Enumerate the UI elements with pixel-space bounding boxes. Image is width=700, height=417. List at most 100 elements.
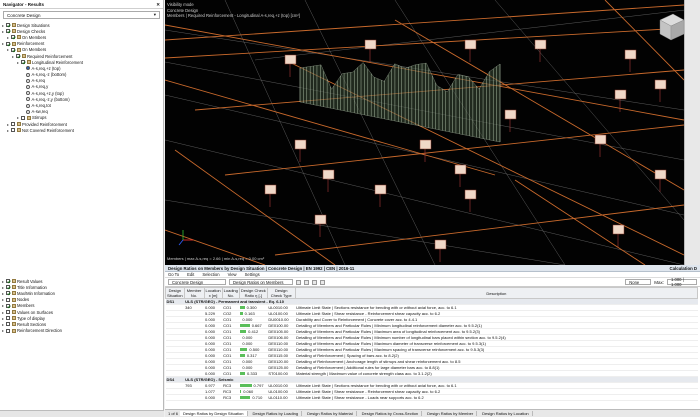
- model-canvas[interactable]: [165, 0, 684, 265]
- option-icon: [11, 285, 16, 290]
- filter-button[interactable]: [312, 279, 317, 285]
- checkbox[interactable]: [6, 316, 10, 321]
- checkbox[interactable]: [11, 128, 15, 133]
- filter-select-value: None: [629, 279, 640, 285]
- filter-select[interactable]: None: [625, 279, 652, 285]
- close-icon[interactable]: ✕: [156, 2, 160, 7]
- view-cube-icon[interactable]: [659, 13, 684, 41]
- column-header[interactable]: Loading No.: [221, 287, 240, 299]
- table-row[interactable]: 0.000 RC3 0.710 UL0110.00 Ultimate Limit Sta…: [165, 394, 698, 401]
- checkbox[interactable]: [6, 41, 10, 46]
- table-type-select[interactable]: Design Ratios on Members: [229, 279, 293, 285]
- column-block: [284, 54, 297, 77]
- ratio-value: 0.300: [246, 305, 257, 310]
- table-tab[interactable]: Design Ratios by Material: [304, 411, 357, 416]
- tree-item-label: A-sw,req: [31, 109, 48, 115]
- tree-item-label: Required Reinforcement: [27, 53, 73, 59]
- radio-button[interactable]: [26, 91, 30, 96]
- ratio-value: 0.317: [246, 353, 257, 358]
- max-select-value: 1.000 | 1.000: [671, 277, 684, 287]
- column-block: [322, 169, 335, 192]
- checkbox[interactable]: [16, 54, 20, 59]
- addon-select[interactable]: Concrete Design: [168, 279, 226, 285]
- column-block: [612, 224, 625, 247]
- checkbox[interactable]: [6, 310, 10, 315]
- prev-button[interactable]: [296, 279, 301, 285]
- column-header[interactable]: Location x [m]: [203, 287, 223, 299]
- 3d-model-view[interactable]: [165, 0, 684, 265]
- column-header[interactable]: Design Situation: [165, 287, 185, 299]
- ratio-bar: [240, 354, 245, 358]
- tree-item-label: Nodes: [17, 297, 30, 303]
- checkbox[interactable]: [6, 303, 10, 308]
- checkbox[interactable]: [6, 285, 10, 290]
- option-icon: [11, 279, 16, 284]
- ratio-value: 0.000: [242, 335, 253, 340]
- chevron-down-icon: ▾: [153, 12, 156, 17]
- tree-item[interactable]: ▸ Reinforcement Direction: [2, 328, 162, 334]
- checkbox[interactable]: [11, 122, 15, 127]
- next-button[interactable]: [304, 279, 309, 285]
- column-block: [464, 189, 477, 212]
- result-type-combo[interactable]: Concrete Design ▾: [3, 11, 160, 19]
- table-tab[interactable]: Design Ratios by Loading: [250, 411, 303, 416]
- tree-item[interactable]: ▸ Not Covered Reinforcement: [2, 127, 161, 133]
- max-select[interactable]: 1.000 | 1.000: [667, 277, 697, 287]
- column-block: [594, 134, 607, 157]
- ratio-value: 0.333: [247, 371, 258, 376]
- radio-button[interactable]: [26, 109, 30, 114]
- tree-item-label: Type of display: [17, 315, 45, 321]
- radio-button[interactable]: [26, 72, 30, 77]
- ratio-bar: [240, 330, 247, 334]
- ratio-bar: [240, 306, 245, 310]
- column-block: [504, 109, 517, 132]
- radio-button[interactable]: [26, 66, 30, 71]
- checkbox[interactable]: [6, 23, 10, 28]
- radio-button[interactable]: [26, 103, 30, 108]
- checkbox[interactable]: [6, 328, 10, 333]
- tree-item-label: Result Sections: [17, 321, 47, 327]
- view-side-toolbar[interactable]: [684, 0, 700, 265]
- checkbox[interactable]: [6, 297, 10, 302]
- menu-item[interactable]: View: [228, 272, 237, 277]
- column-header[interactable]: Design Check Type: [266, 287, 296, 299]
- menu-item[interactable]: Settings: [245, 272, 260, 277]
- table-tab[interactable]: Design Ratios by Cross-Section: [359, 411, 423, 416]
- column-header[interactable]: Member No.: [183, 287, 205, 299]
- checkbox[interactable]: [6, 279, 10, 284]
- checkbox[interactable]: [21, 115, 25, 120]
- folder-icon: [16, 128, 21, 133]
- radio-button[interactable]: [26, 84, 30, 89]
- table-tab[interactable]: Design Ratios by Design Situation: [180, 411, 248, 416]
- menu-item[interactable]: Selection: [202, 272, 219, 277]
- ratio-value: 0.797: [253, 383, 264, 388]
- table-tab[interactable]: Design Ratios by Member: [424, 411, 478, 416]
- menu-item[interactable]: Edit: [187, 272, 194, 277]
- checkbox[interactable]: [11, 35, 15, 40]
- checkbox[interactable]: [6, 29, 10, 34]
- tree-item-label: Reinforcement Direction: [17, 328, 62, 334]
- checkbox[interactable]: [11, 47, 15, 52]
- table-tab[interactable]: Design Ratios by Location: [479, 411, 533, 416]
- option-icon: [11, 328, 16, 333]
- navigator-status-bar: [0, 410, 164, 417]
- table-title: Design Ratios on Members by Design Situa…: [168, 265, 355, 271]
- table-type-value: Design Ratios on Members: [233, 279, 284, 285]
- grid-line: [494, 0, 684, 221]
- ratio-cell: 0.797: [239, 382, 268, 389]
- tree-item-label: A-s,req,tot: [31, 103, 51, 109]
- column-header[interactable]: Description: [294, 287, 699, 299]
- ratio-value: 0.500: [249, 347, 260, 352]
- folder-icon: [11, 29, 16, 34]
- calc-dialog-title: Calculation D: [669, 265, 697, 271]
- menu-item[interactable]: Go To: [168, 272, 179, 277]
- checkbox[interactable]: [6, 291, 10, 296]
- radio-button[interactable]: [26, 78, 30, 83]
- table-tabs: 1 of 6 Design Ratios by Design Situation…: [165, 409, 700, 417]
- tree-item-label: On Members: [22, 47, 47, 53]
- checkbox[interactable]: [6, 322, 10, 327]
- column-header[interactable]: Design Check Ratio η [-]: [238, 287, 268, 299]
- export-button[interactable]: [320, 279, 325, 285]
- radio-button[interactable]: [26, 97, 30, 102]
- checkbox[interactable]: [21, 60, 25, 65]
